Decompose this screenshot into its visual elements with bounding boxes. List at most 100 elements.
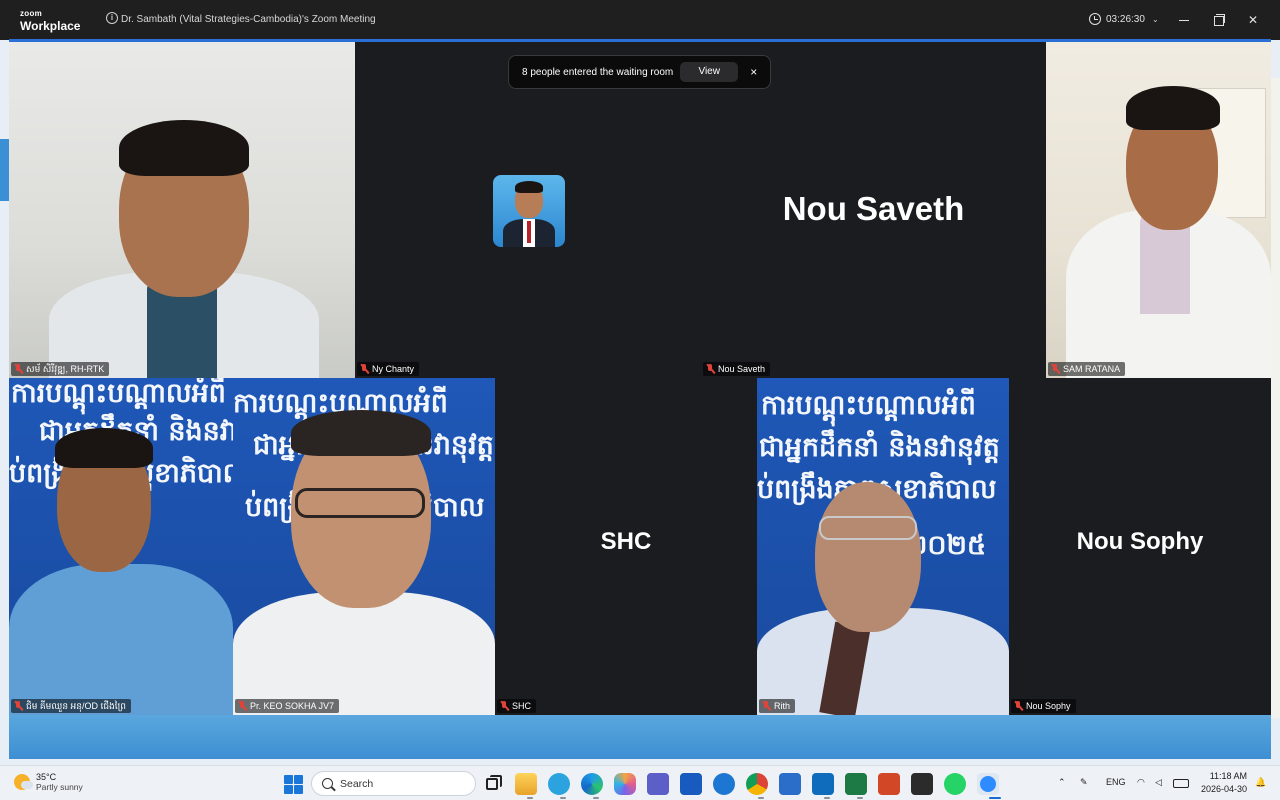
close-window-button[interactable]: ✕ — [1245, 12, 1261, 28]
mic-muted-icon — [1014, 701, 1023, 711]
banner-text-line: ការបណ្តុះបណ្តាលអំពី — [11, 378, 226, 409]
meeting-title: Dr. Sambath (Vital Strategies-Cambodia)'… — [121, 14, 376, 25]
powerpoint-icon[interactable] — [878, 773, 900, 795]
participant-name: Pr. KEO SOKHA JV7 — [250, 701, 335, 711]
chrome-icon[interactable] — [746, 773, 768, 795]
participant-name-tag: Nou Sophy — [1011, 699, 1076, 713]
video-tile[interactable]: ការបណ្តុះបណ្តាលអំពី ជាអ្នកដឹកនាំ និងនវាន… — [757, 378, 1009, 715]
banner-text-line: ជាអ្នកដឹកនាំ និងនវានុវត្ត — [759, 432, 1000, 463]
language-indicator[interactable]: ENG — [1106, 777, 1126, 787]
edge-icon[interactable] — [581, 773, 603, 795]
mic-muted-icon — [238, 701, 247, 711]
clock-time: 11:18 AM — [1209, 771, 1248, 781]
close-notification-button[interactable]: × — [750, 65, 757, 79]
excel-icon[interactable] — [845, 773, 867, 795]
video-tile[interactable]: ការបណ្តុះបណ្តាលអំពី ជាអ្នកដឹកនាំ និងនវាន… — [233, 378, 495, 715]
partly-sunny-icon — [14, 774, 33, 790]
zoom-app-icon[interactable] — [977, 773, 999, 795]
mic-muted-icon — [706, 364, 715, 374]
participant-name: SAM RATANA — [1063, 364, 1121, 374]
outlook-icon[interactable] — [812, 773, 834, 795]
participant-name: SHC — [512, 701, 532, 711]
notification-icon[interactable]: 🔔 — [1255, 777, 1266, 788]
video-gallery: សម័ សិរីវុឌ្ឍ, RH-RTK Ny Chanty Nou Save… — [9, 42, 1271, 715]
participant-name-tag: SAM RATANA — [1048, 362, 1126, 376]
background-window-strip — [9, 715, 1271, 759]
teams-icon[interactable] — [647, 773, 669, 795]
file-explorer-icon[interactable] — [515, 773, 537, 795]
participant-name: Ny Chanty — [372, 364, 415, 374]
calculator-icon[interactable] — [911, 773, 933, 795]
title-bar: zoom Workplace i Dr. Sambath (Vital Stra… — [0, 0, 1280, 40]
video-tile[interactable]: សម័ សិរីវុឌ្ឍ, RH-RTK — [9, 42, 355, 378]
participant-name: សម័ សិរីវុឌ្ឍ, RH-RTK — [26, 364, 105, 374]
battery-icon[interactable] — [1173, 779, 1189, 788]
search-placeholder: Search — [340, 777, 374, 790]
mic-muted-icon — [14, 364, 23, 374]
running-indicator — [824, 797, 830, 799]
wifi-icon[interactable]: ◠ — [1137, 777, 1145, 788]
volume-icon[interactable]: ◁ — [1155, 777, 1162, 788]
windows-start-icon[interactable] — [282, 773, 304, 795]
clock-date: 2026-04-30 — [1201, 784, 1248, 794]
participant-name: Rith — [774, 701, 791, 711]
active-app-indicator — [989, 797, 1001, 799]
windows-taskbar: 35°C Partly sunny Search ⌃ ✎ ENG ◠ ◁ 11:… — [0, 765, 1280, 800]
view-waiting-room-button[interactable]: View — [680, 62, 739, 82]
video-tile[interactable]: Ny Chanty — [355, 42, 701, 378]
meeting-timer[interactable]: 03:26:30 ⌄ — [1089, 13, 1159, 25]
outlook-web-icon[interactable] — [713, 773, 735, 795]
store-icon[interactable] — [779, 773, 801, 795]
participant-name-tag: Pr. KEO SOKHA JV7 — [235, 699, 340, 713]
running-indicator — [593, 797, 599, 799]
mic-muted-icon — [500, 701, 509, 711]
mic-muted-icon — [762, 701, 771, 711]
weather-description: Partly sunny — [36, 782, 83, 792]
telegram-icon[interactable] — [548, 773, 570, 795]
whatsapp-icon[interactable] — [944, 773, 966, 795]
timer-value: 03:26:30 — [1106, 13, 1145, 25]
minimize-button[interactable] — [1176, 12, 1192, 28]
clock-icon — [1089, 13, 1101, 25]
search-icon — [322, 778, 333, 789]
meeting-info-icon[interactable]: i — [106, 12, 118, 24]
weather-widget[interactable]: 35°C Partly sunny — [14, 772, 83, 792]
background-window-edge-right — [1271, 78, 1280, 718]
participant-name-tag: SHC — [497, 699, 537, 713]
brand-large: Workplace — [20, 19, 81, 33]
taskbar-clock[interactable]: 11:18 AM 2026-04-30 — [1201, 770, 1247, 796]
video-tile[interactable]: SAM RATANA — [1046, 42, 1271, 378]
participant-avatar — [493, 175, 565, 247]
copilot-icon[interactable] — [614, 773, 636, 795]
brand-small: zoom — [20, 9, 43, 18]
participant-big-name: Nou Saveth — [782, 190, 965, 227]
participant-name-tag: Ny Chanty — [357, 362, 420, 376]
running-indicator — [758, 797, 764, 799]
video-tile[interactable]: Nou Sophy Nou Sophy — [1009, 378, 1271, 715]
participant-name-tag: ជិម គីមឈួន អនុ/OD ជើងព្រៃ — [11, 699, 132, 713]
participant-name-tag: សម័ សិរីវុឌ្ឍ, RH-RTK — [11, 362, 110, 376]
mic-muted-icon — [1051, 364, 1060, 374]
participant-big-name: Nou Sophy — [1076, 528, 1204, 555]
pen-input-icon[interactable]: ✎ — [1080, 777, 1088, 788]
running-indicator — [527, 797, 533, 799]
chevron-up-icon[interactable]: ⌃ — [1058, 777, 1066, 788]
mic-muted-icon — [360, 364, 369, 374]
running-indicator — [857, 797, 863, 799]
participant-name-tag: Rith — [759, 699, 796, 713]
participant-name: Nou Saveth — [718, 364, 766, 374]
video-tile[interactable]: Nou Saveth Nou Saveth — [701, 42, 1046, 378]
chevron-down-icon: ⌄ — [1151, 14, 1159, 24]
waiting-room-notification: 8 people entered the waiting room View × — [508, 55, 771, 89]
running-indicator — [560, 797, 566, 799]
video-tile[interactable]: SHC SHC — [495, 378, 757, 715]
participant-name: Nou Sophy — [1026, 701, 1071, 711]
participant-name: ជិម គីមឈួន អនុ/OD ជើងព្រៃ — [26, 701, 127, 711]
taskbar-search[interactable]: Search — [311, 771, 476, 796]
task-view-icon[interactable] — [482, 773, 504, 795]
video-tile[interactable]: ការបណ្តុះបណ្តាលអំពី ជាអ្នកដឹកនាំ និងនវាន… — [9, 378, 233, 715]
weather-temperature: 35°C — [36, 772, 57, 782]
restore-button[interactable] — [1210, 12, 1226, 28]
word-icon[interactable] — [680, 773, 702, 795]
waiting-room-message: 8 people entered the waiting room — [522, 66, 674, 78]
